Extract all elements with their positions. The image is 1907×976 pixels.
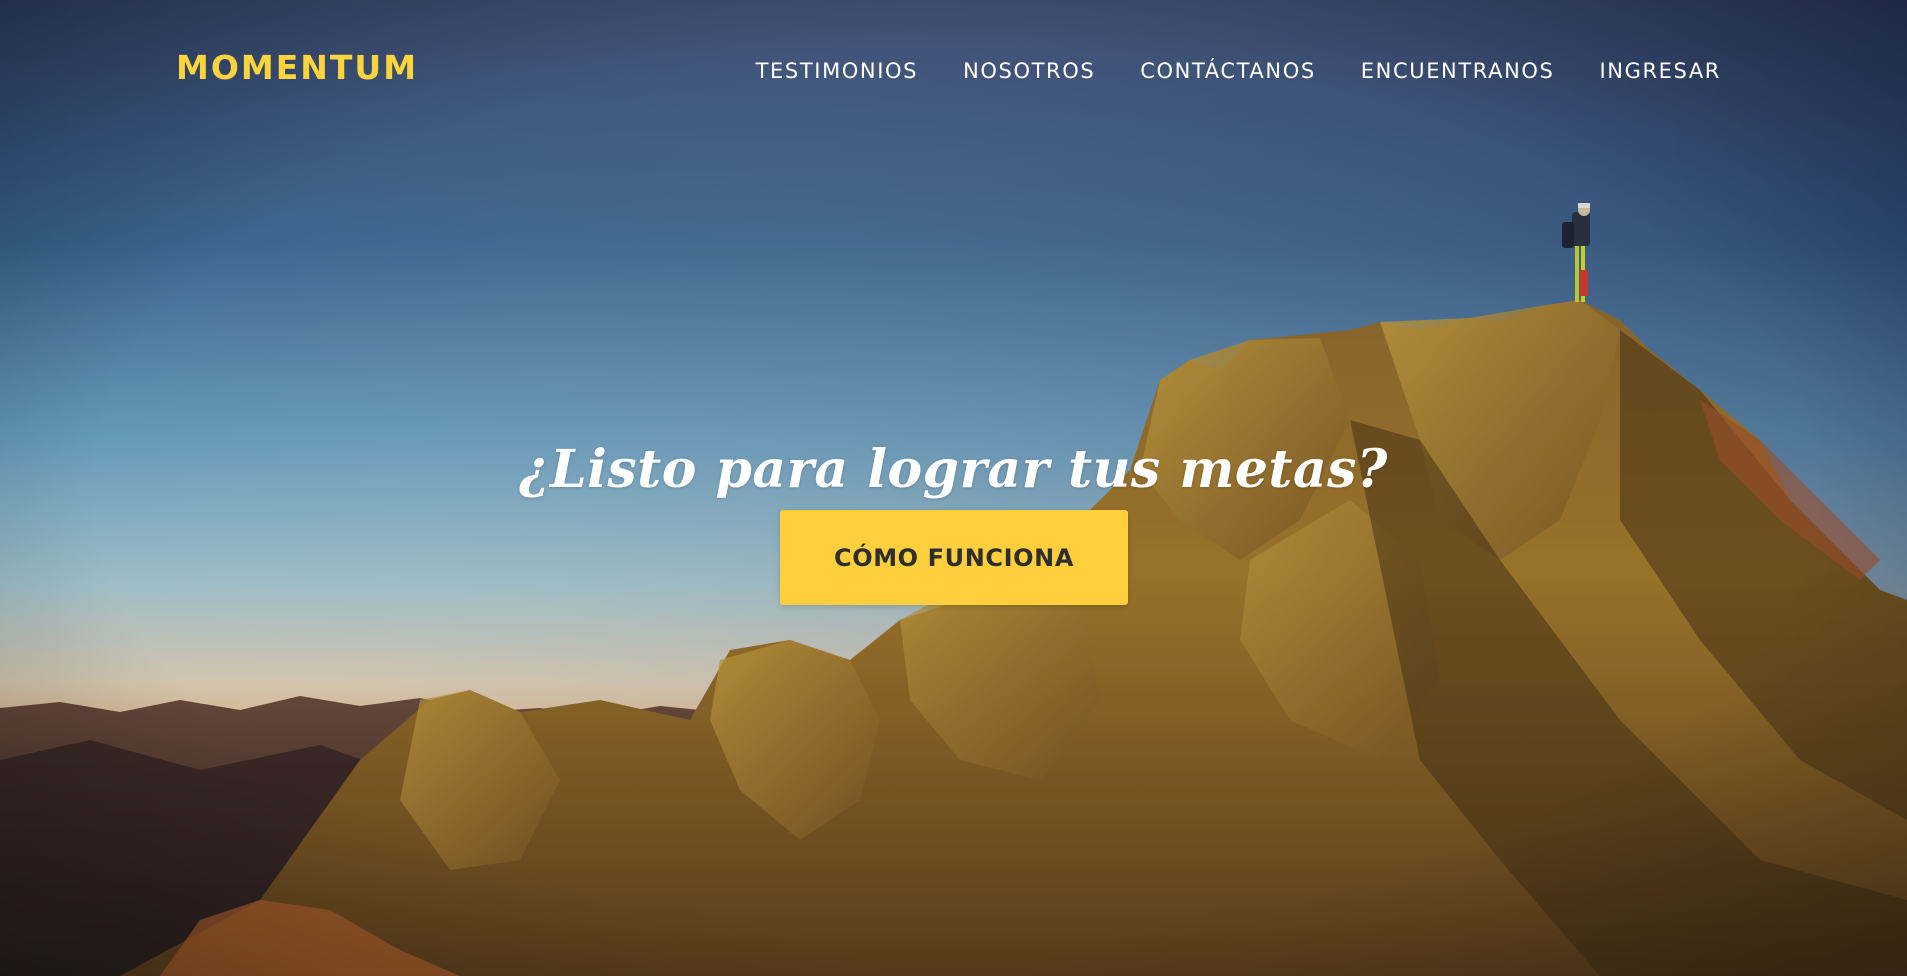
- nav-link-nosotros[interactable]: NOSOTROS: [963, 57, 1095, 85]
- hero-title: ¿Listo para lograr tus metas?: [519, 438, 1388, 500]
- nav-link-ingresar[interactable]: INGRESAR: [1599, 57, 1721, 85]
- nav-link-encuentranos[interactable]: ENCUENTRANOS: [1361, 57, 1555, 85]
- top-navigation: MOMENTUM TESTIMONIOS NOSOTROS CONTÁCTANO…: [0, 0, 1907, 140]
- brand-logo[interactable]: MOMENTUM: [176, 48, 418, 87]
- nav-menu: TESTIMONIOS NOSOTROS CONTÁCTANOS ENCUENT…: [711, 57, 1721, 85]
- nav-link-contactanos[interactable]: CONTÁCTANOS: [1140, 57, 1316, 85]
- nav-link-testimonios[interactable]: TESTIMONIOS: [756, 57, 918, 85]
- como-funciona-button[interactable]: CÓMO FUNCIONA: [780, 510, 1128, 605]
- hero-section: MOMENTUM TESTIMONIOS NOSOTROS CONTÁCTANO…: [0, 0, 1907, 976]
